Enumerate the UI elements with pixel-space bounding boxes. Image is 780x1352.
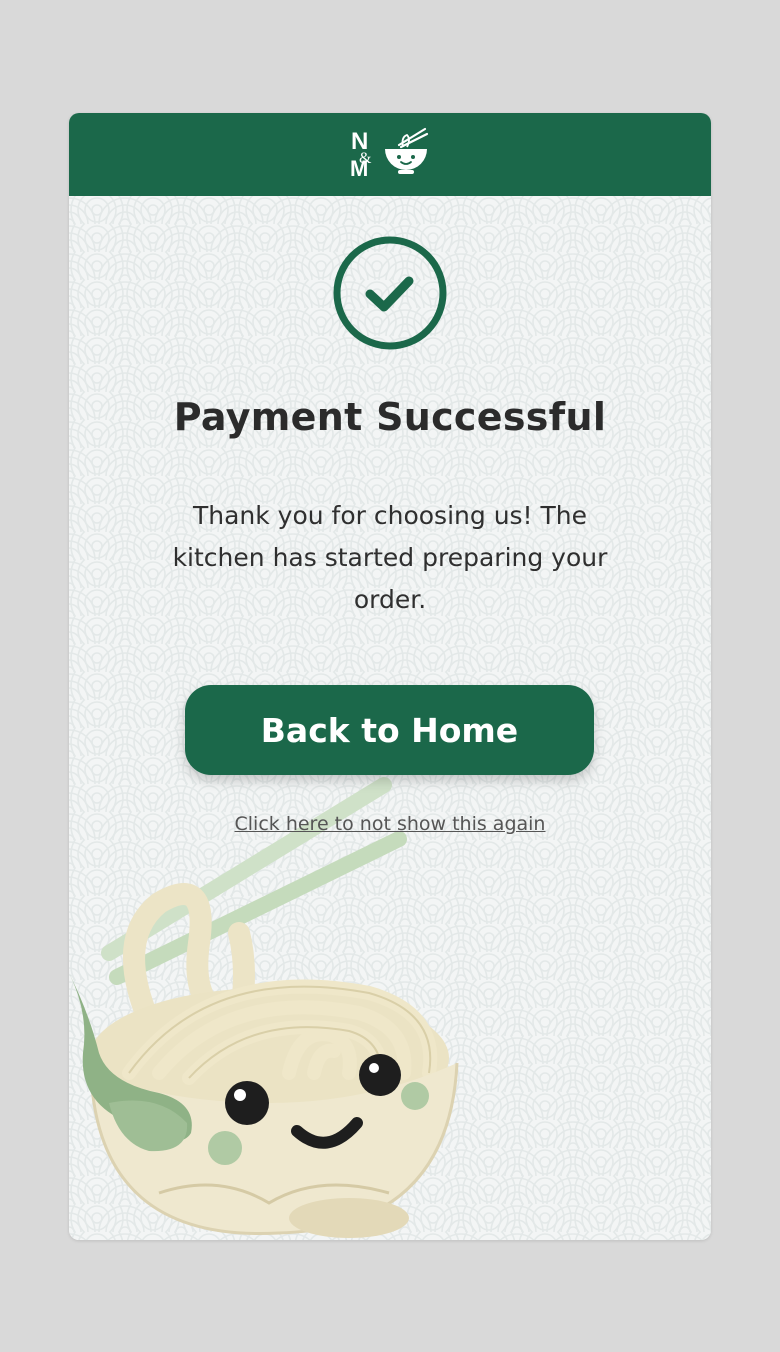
check-circle-icon: [333, 236, 447, 350]
dont-show-again-link[interactable]: Click here to not show this again: [69, 813, 711, 835]
logo-letter-m: M: [351, 156, 368, 181]
logo-bowl-icon: [385, 127, 429, 174]
header-bar: N & M: [69, 113, 711, 196]
confirmation-message: Thank you for choosing us! The kitchen h…: [172, 501, 608, 614]
payment-success-card: N & M Payment Successful Thank you for c…: [69, 113, 711, 1240]
page-title: Payment Successful: [173, 395, 607, 439]
brand-logo: N & M: [351, 127, 429, 181]
back-to-home-button[interactable]: Back to Home: [185, 685, 594, 775]
noodle-bowl-mascot-illustration: [69, 777, 459, 1238]
